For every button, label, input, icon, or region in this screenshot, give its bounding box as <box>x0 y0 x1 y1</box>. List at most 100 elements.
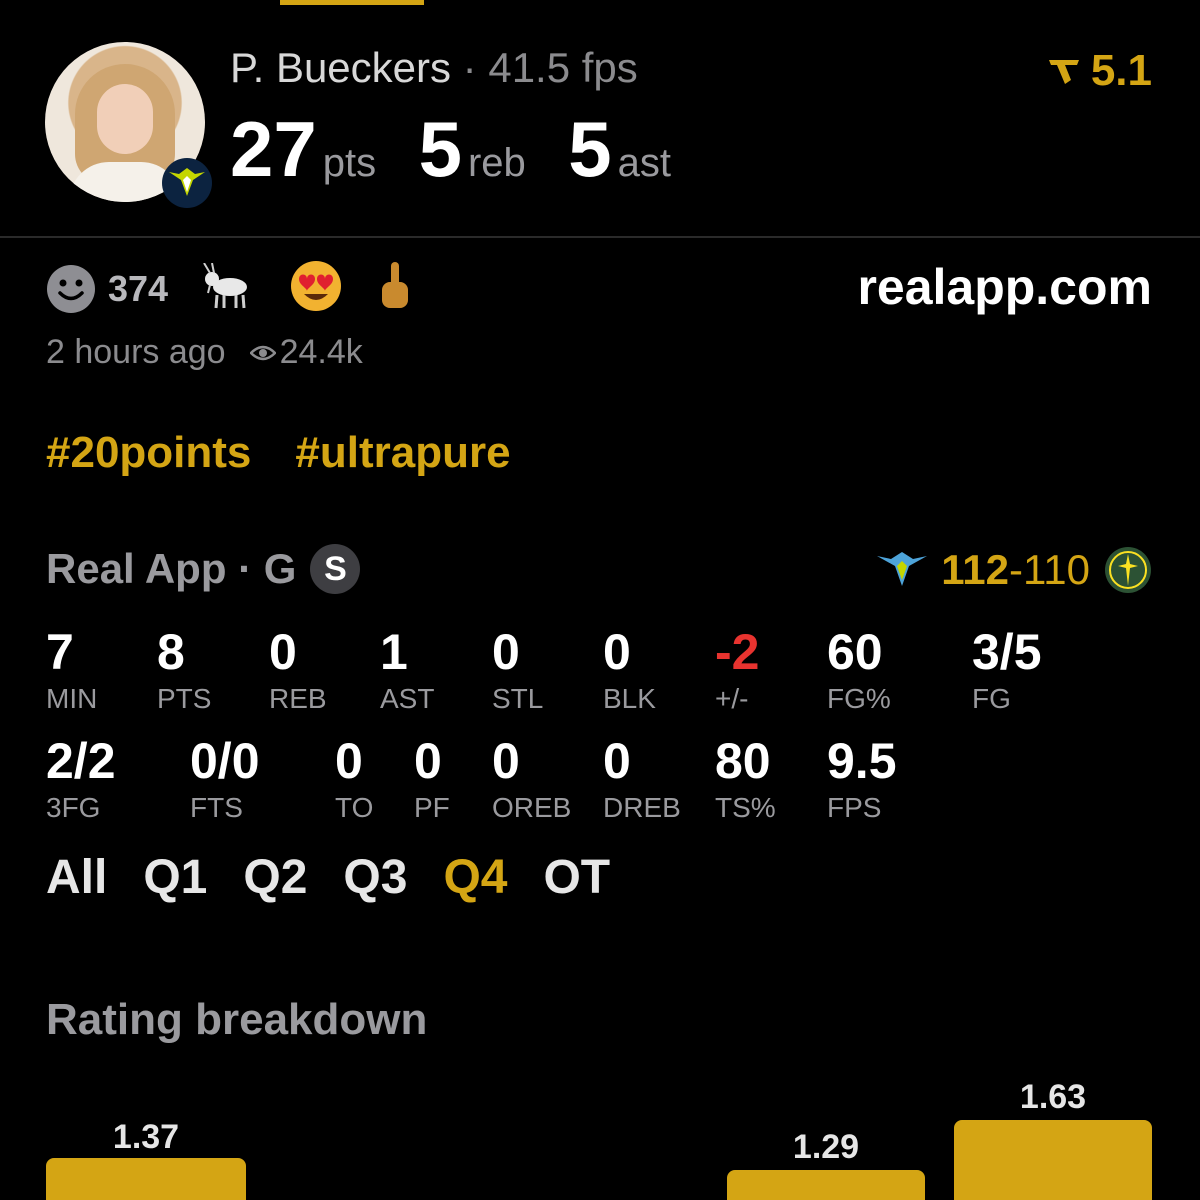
game-score[interactable]: 112-110 <box>875 546 1152 594</box>
stat-label: PTS <box>157 683 212 714</box>
stat-label: +/- <box>715 683 749 714</box>
player-fps: 41.5 fps <box>488 44 638 91</box>
breakdown-bar <box>954 1120 1152 1200</box>
reaction-count: 374 <box>108 267 169 309</box>
game-header[interactable]: Real App · G S <box>46 544 361 594</box>
stat-value: -2 <box>715 624 760 680</box>
stat-fts: 0/0 FTS <box>190 736 260 822</box>
hashtags: #20points #ultrapure <box>46 428 555 478</box>
player-name[interactable]: P. Bueckers <box>230 44 451 91</box>
heart-eyes-icon[interactable] <box>290 260 342 317</box>
stat-plus-minus: -2 +/- <box>715 627 759 713</box>
score-dash: - <box>1009 546 1024 593</box>
stat-value: 0 <box>492 624 520 680</box>
middle-finger-icon[interactable] <box>378 260 412 317</box>
stat-stl: 0 STL <box>492 627 543 713</box>
tab-q3[interactable]: Q3 <box>343 850 407 905</box>
stat-label: DREB <box>603 792 681 823</box>
away-score: 110 <box>1023 546 1090 593</box>
stat-fps: 9.5 FPS <box>827 736 897 822</box>
active-tab-indicator <box>280 0 424 5</box>
bar-label: 1.63 <box>1019 1078 1087 1116</box>
stat-value: 1 <box>380 624 408 680</box>
stat-value: 80 <box>715 733 771 789</box>
breakdown-bar <box>46 1158 246 1200</box>
stat-value: 0 <box>269 624 297 680</box>
smiley-icon[interactable] <box>46 264 96 314</box>
stat-pf: 0 PF <box>414 736 450 822</box>
tab-all[interactable]: All <box>46 850 107 905</box>
stat-label: 3FG <box>46 792 101 823</box>
assists-unit: ast <box>617 141 671 185</box>
rebounds-unit: reb <box>467 141 526 185</box>
stat-label: BLK <box>603 683 656 714</box>
stat-value: 2/2 <box>46 733 116 789</box>
time-ago: 2 hours ago <box>46 333 226 371</box>
player-title: P. Bueckers · 41.5 fps <box>230 44 638 92</box>
stat-value: 60 <box>827 624 883 680</box>
hashtag-link[interactable]: #20points <box>46 428 251 477</box>
game-title: Real App · G <box>46 545 297 592</box>
stat-label: FPS <box>827 792 882 823</box>
stat-label: TO <box>335 792 374 823</box>
stat-reb: 0 REB <box>269 627 327 713</box>
view-count: 24.4k <box>279 333 363 371</box>
stat-value: 8 <box>157 624 185 680</box>
stat-label: OREB <box>492 792 572 823</box>
tab-ot[interactable]: OT <box>543 850 610 905</box>
stat-blk: 0 BLK <box>603 627 656 713</box>
breakdown-bar <box>727 1170 925 1200</box>
divider <box>0 236 1200 238</box>
stat-ts-pct: 80 TS% <box>715 736 776 822</box>
hashtag-link[interactable]: #ultrapure <box>295 428 510 477</box>
points-unit: pts <box>322 141 377 185</box>
stat-label: FTS <box>190 792 243 823</box>
stat-label: STL <box>492 683 544 714</box>
points-value: 27 <box>230 105 317 193</box>
reactions-bar[interactable]: 374 <box>46 260 448 317</box>
stat-fg: 3/5 FG <box>972 627 1042 713</box>
stat-label: TS% <box>715 792 776 823</box>
bar-label: 1.29 <box>792 1128 860 1166</box>
stat-label: REB <box>269 683 327 714</box>
stat-min: 7 MIN <box>46 627 97 713</box>
stat-value: 0 <box>414 733 442 789</box>
assists-value: 5 <box>568 105 612 193</box>
stat-to: 0 TO <box>335 736 373 822</box>
home-score: 112 <box>941 546 1010 593</box>
stat-label: AST <box>380 683 435 714</box>
stat-dreb: 0 DREB <box>603 736 681 822</box>
tab-q4[interactable]: Q4 <box>443 850 507 905</box>
post-meta: 2 hours ago 24.4k <box>46 333 363 372</box>
stat-label: FG% <box>827 683 891 714</box>
stat-value: 7 <box>46 624 74 680</box>
rating-badge[interactable]: 5.1 <box>1047 46 1152 96</box>
stat-summary: 27 pts 5 reb 5 ast <box>230 104 709 195</box>
stat-oreb: 0 OREB <box>492 736 571 822</box>
stat-fg-pct: 60 FG% <box>827 627 891 713</box>
site-link[interactable]: realapp.com <box>857 258 1152 316</box>
goat-icon[interactable] <box>202 262 254 314</box>
stat-value: 3/5 <box>972 624 1042 680</box>
stat-value: 0/0 <box>190 733 260 789</box>
rebounds-value: 5 <box>418 105 462 193</box>
stat-value: 0 <box>335 733 363 789</box>
stat-label: PF <box>414 792 450 823</box>
team-logo-icon <box>162 158 212 208</box>
stat-value: 0 <box>603 733 631 789</box>
stat-label: FG <box>972 683 1011 714</box>
home-team-logo-icon <box>877 552 928 586</box>
stat-value: 0 <box>492 733 520 789</box>
rating-value: 5.1 <box>1090 46 1152 95</box>
quarter-tabs: All Q1 Q2 Q3 Q4 OT <box>46 850 646 905</box>
real-logo-icon <box>1048 60 1079 84</box>
bar-label: 1.37 <box>112 1118 180 1156</box>
stat-3fg: 2/2 3FG <box>46 736 116 822</box>
tab-q1[interactable]: Q1 <box>143 850 207 905</box>
stat-pts: 8 PTS <box>157 627 211 713</box>
section-title: Rating breakdown <box>46 995 428 1044</box>
tab-q2[interactable]: Q2 <box>243 850 307 905</box>
status-badge: S <box>310 544 361 594</box>
stat-value: 9.5 <box>827 733 897 789</box>
stat-value: 0 <box>603 624 631 680</box>
